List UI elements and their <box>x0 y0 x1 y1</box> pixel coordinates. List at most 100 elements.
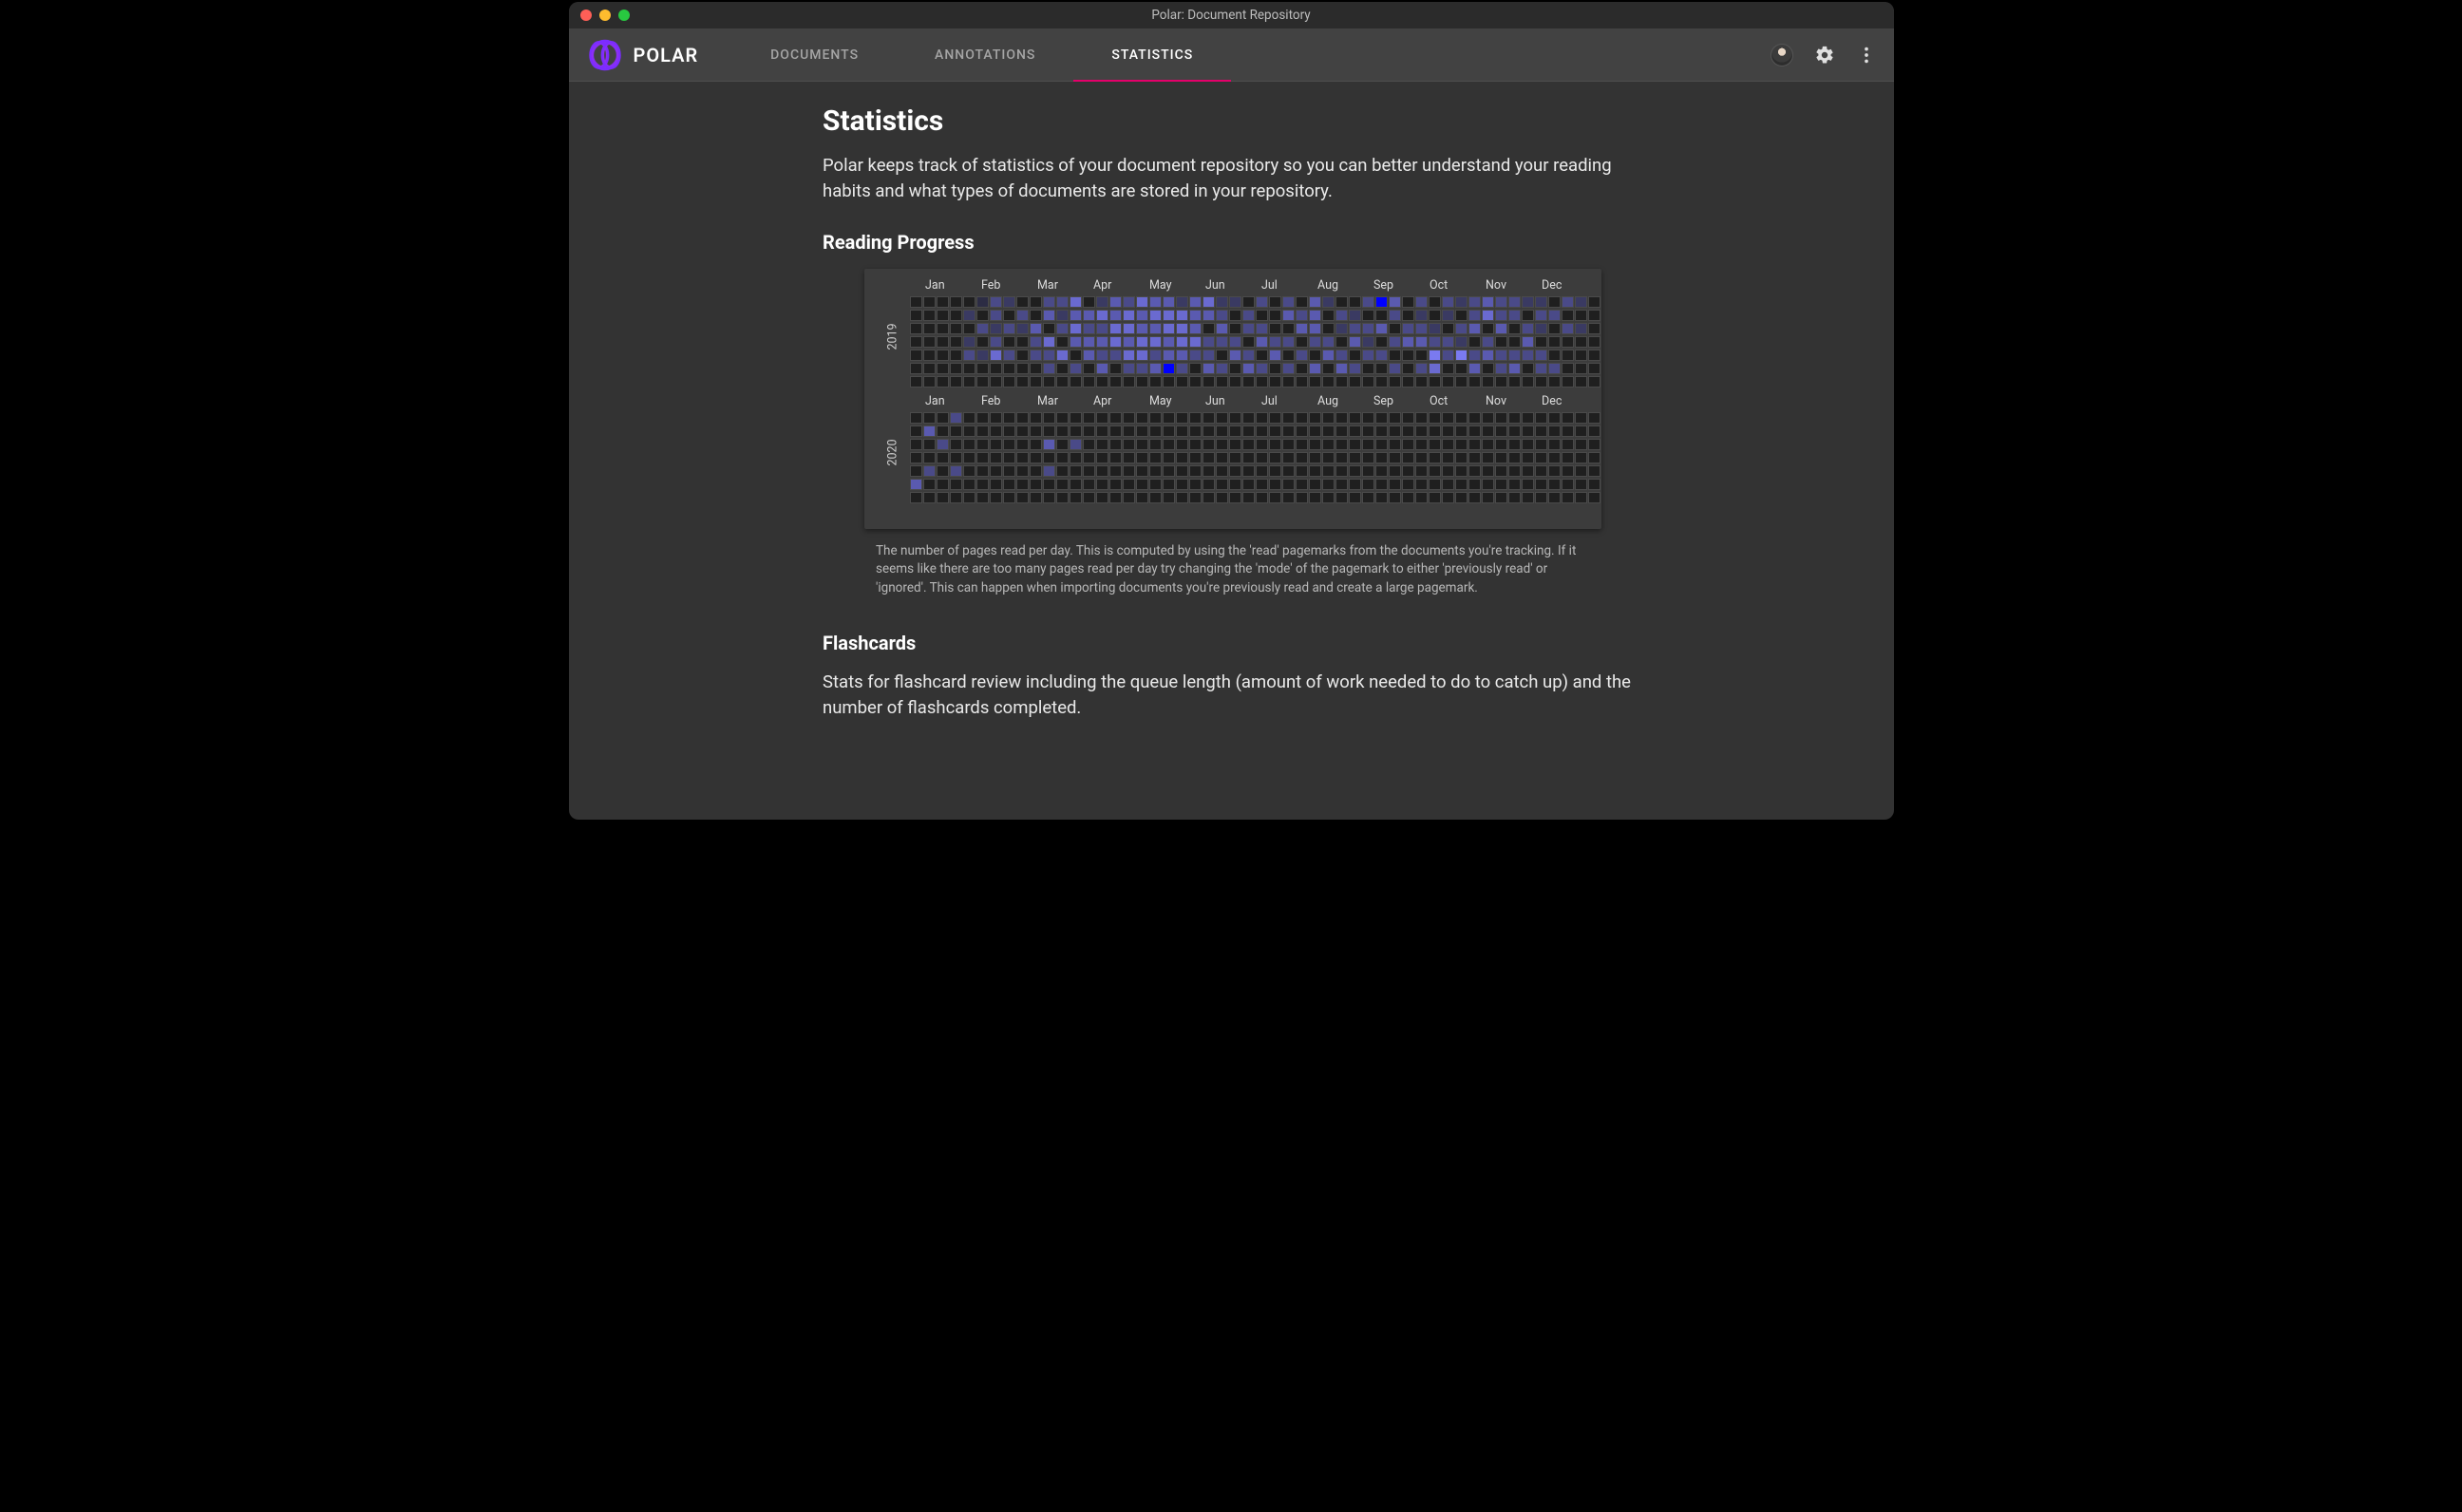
heatmap-cell <box>1003 465 1015 478</box>
heatmap-cell <box>1070 363 1082 375</box>
tab-statistics[interactable]: STATISTICS <box>1073 28 1231 81</box>
month-label: Feb <box>968 278 1024 293</box>
heatmap-cell <box>1455 296 1468 309</box>
heatmap-cell <box>1415 323 1428 335</box>
heatmap-cell <box>1548 479 1561 491</box>
heatmap-cell <box>1189 336 1202 349</box>
heatmap-cell <box>1402 439 1414 451</box>
gear-icon[interactable] <box>1814 45 1835 66</box>
heatmap-cell <box>1003 479 1015 491</box>
heatmap-cell <box>1415 439 1428 451</box>
heatmap-cell <box>1256 412 1268 425</box>
heatmap-cell <box>1123 376 1135 388</box>
heatmap-cell <box>1282 323 1295 335</box>
tab-annotations[interactable]: ANNOTATIONS <box>897 28 1073 81</box>
heatmap-cell <box>1176 492 1188 504</box>
heatmap-cell <box>1402 376 1414 388</box>
tab-documents[interactable]: DOCUMENTS <box>732 28 897 81</box>
heatmap-cell <box>1508 363 1521 375</box>
heatmap-cell <box>937 376 949 388</box>
heatmap-cell <box>1123 439 1135 451</box>
heatmap-cell <box>990 310 1002 322</box>
heatmap-cell <box>1349 296 1361 309</box>
heatmap-cell <box>990 363 1002 375</box>
heatmap-cell <box>1269 479 1281 491</box>
heatmap-cell <box>950 465 962 478</box>
heatmap-cell <box>1083 363 1095 375</box>
heatmap-cell <box>1016 376 1029 388</box>
heatmap-cell <box>990 492 1002 504</box>
heatmap-cell <box>1389 452 1401 464</box>
heatmap-cell <box>1256 323 1268 335</box>
heatmap-cell <box>1296 479 1308 491</box>
heatmap-cell <box>950 363 962 375</box>
heatmap-cell <box>1123 465 1135 478</box>
month-label: Mar <box>1024 278 1080 293</box>
heatmap-cell <box>1389 376 1401 388</box>
heatmap-cell <box>1296 439 1308 451</box>
heatmap-cell <box>1282 439 1295 451</box>
heatmap-cell <box>910 310 922 322</box>
heatmap-cell <box>1349 492 1361 504</box>
heatmap-cell <box>1282 350 1295 362</box>
heatmap-cell <box>1282 376 1295 388</box>
heatmap-cell <box>1415 310 1428 322</box>
minimize-icon[interactable] <box>599 9 611 21</box>
reading-progress-caption: The number of pages read per day. This i… <box>864 529 1601 598</box>
brand[interactable]: POLAR <box>584 34 699 76</box>
heatmap-cell <box>937 425 949 438</box>
heatmap-cell <box>1508 492 1521 504</box>
heatmap-cell <box>910 425 922 438</box>
heatmap-cell <box>976 363 989 375</box>
heatmap-cell <box>1309 376 1321 388</box>
avatar[interactable] <box>1771 44 1793 66</box>
month-label: Apr <box>1080 278 1136 293</box>
heatmap-cell <box>963 310 975 322</box>
heatmap-cell <box>1375 465 1388 478</box>
heatmap-cell <box>1282 479 1295 491</box>
heatmap-cell <box>1562 492 1574 504</box>
month-label: Mar <box>1024 394 1080 408</box>
heatmap-cell <box>1070 439 1082 451</box>
more-vert-icon[interactable] <box>1856 45 1877 66</box>
maximize-icon[interactable] <box>618 9 630 21</box>
heatmap-cell <box>1482 376 1494 388</box>
heatmap-cell <box>1043 492 1055 504</box>
heatmap-cell <box>1229 363 1241 375</box>
month-label: Jul <box>1248 278 1304 293</box>
heatmap-cell <box>910 376 922 388</box>
heatmap-cell <box>976 376 989 388</box>
heatmap-cell <box>1096 465 1108 478</box>
heatmap-cell <box>1176 465 1188 478</box>
heatmap-cell <box>1083 412 1095 425</box>
heatmap-cell <box>1203 323 1215 335</box>
heatmap-cell <box>1535 296 1547 309</box>
heatmap-cell <box>1349 452 1361 464</box>
heatmap-cell <box>950 350 962 362</box>
heatmap-cell <box>1070 336 1082 349</box>
heatmap-cell <box>1562 323 1574 335</box>
heatmap-cell <box>1203 376 1215 388</box>
heatmap-cell <box>1442 350 1454 362</box>
heatmap-cell <box>1176 412 1188 425</box>
heatmap-cell <box>1136 310 1148 322</box>
heatmap-cell <box>1189 425 1202 438</box>
heatmap-cell <box>1203 492 1215 504</box>
heatmap-cell <box>1402 310 1414 322</box>
heatmap-cell <box>910 492 922 504</box>
content-scroll[interactable]: Statistics Polar keeps track of statisti… <box>569 82 1894 820</box>
heatmap-cell <box>1176 310 1188 322</box>
heatmap-cell <box>1429 492 1441 504</box>
heatmap-cell <box>1203 296 1215 309</box>
heatmap-cell <box>1149 350 1162 362</box>
heatmap-cell <box>1296 363 1308 375</box>
heatmap-cell <box>1588 363 1600 375</box>
heatmap-cell <box>1282 492 1295 504</box>
close-icon[interactable] <box>580 9 592 21</box>
heatmap-cell <box>1083 465 1095 478</box>
heatmap-cell <box>1335 412 1348 425</box>
heatmap-cell <box>1123 412 1135 425</box>
heatmap-cell <box>1030 310 1042 322</box>
content: Statistics Polar keeps track of statisti… <box>823 82 1639 804</box>
heatmap-cell <box>1096 323 1108 335</box>
